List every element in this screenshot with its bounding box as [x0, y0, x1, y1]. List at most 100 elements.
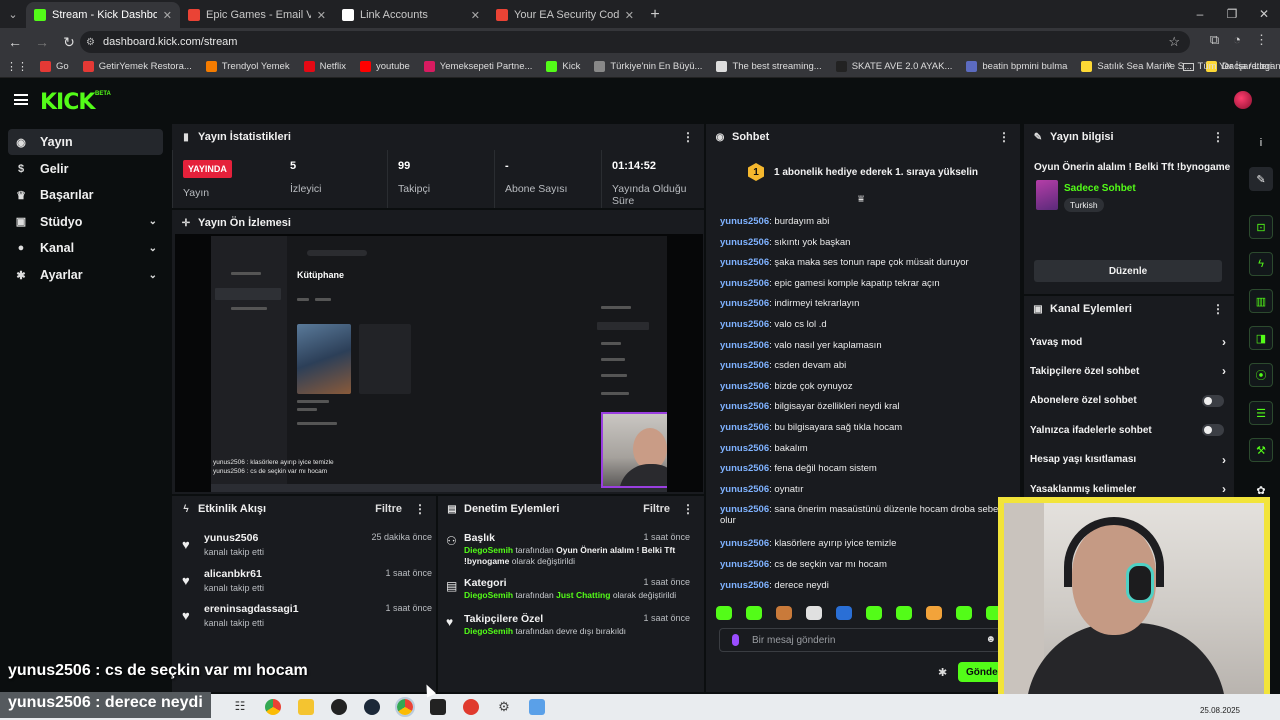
panel-menu-icon[interactable]: ⋮: [682, 502, 694, 516]
sidebar-item-user[interactable]: ● Kanal ⌄: [8, 235, 163, 261]
panel-menu-icon[interactable]: ⋮: [1212, 302, 1224, 316]
avatar[interactable]: [1234, 91, 1252, 109]
stack-icon[interactable]: ☰: [1249, 401, 1273, 425]
kick-logo[interactable]: KICK: [40, 90, 95, 115]
chrome-icon[interactable]: [265, 699, 281, 715]
settings-app-icon[interactable]: ⚙: [496, 699, 512, 715]
bookmark-item[interactable]: Netflix: [303, 61, 346, 72]
scroll-to-top-icon[interactable]: ⩸: [858, 194, 864, 205]
chat-username[interactable]: yunus2506: [720, 443, 769, 454]
bookmark-item[interactable]: Yemeksepeti Partne...: [423, 61, 532, 72]
chat-username[interactable]: yunus2506: [720, 216, 769, 227]
browser-tab[interactable]: Your EA Security Code is: 44519 ✕: [488, 2, 642, 28]
file-explorer-icon[interactable]: [298, 699, 314, 715]
chat-username[interactable]: yunus2506: [720, 422, 769, 433]
chat-username[interactable]: yunus2506: [720, 559, 769, 570]
panel-menu-icon[interactable]: ⋮: [1212, 130, 1224, 144]
bookmark-item[interactable]: Kick: [546, 61, 580, 72]
new-tab-button[interactable]: +: [642, 2, 668, 28]
pencil-icon[interactable]: ✎: [1249, 167, 1273, 191]
chat-username[interactable]: yunus2506: [720, 504, 769, 515]
category-link[interactable]: Sadece Sohbet: [1064, 183, 1136, 194]
sidebar-item-gear[interactable]: ✱ Ayarlar ⌄: [8, 262, 163, 288]
sidebar-item-studio[interactable]: ▣ Stüdyo ⌄: [8, 209, 163, 235]
obs-icon[interactable]: [331, 699, 347, 715]
activity-filter-button[interactable]: Filtre: [375, 503, 402, 515]
chat-username[interactable]: yunus2506: [720, 298, 769, 309]
bookmark-item[interactable]: GetirYemek Restora...: [82, 61, 192, 72]
edit-stream-button[interactable]: Düzenle: [1034, 260, 1222, 282]
channel-action-toggle[interactable]: Abonelere özel sohbet: [1030, 390, 1226, 412]
chat-username[interactable]: yunus2506: [720, 360, 769, 371]
broadcast-wave-icon[interactable]: ⦿: [1249, 363, 1273, 387]
emote-icon[interactable]: [866, 606, 882, 620]
bookmark-item[interactable]: youtube: [359, 61, 410, 72]
bookmark-item[interactable]: beatin bpmini bulma: [966, 61, 1067, 72]
forward-arrow-icon[interactable]: →: [30, 30, 54, 54]
chat-settings-icon[interactable]: ✱: [938, 666, 947, 679]
hamburger-menu-icon[interactable]: [14, 94, 28, 105]
close-window-icon[interactable]: ✕: [1248, 0, 1280, 28]
bookmark-star-icon[interactable]: ☆: [1168, 34, 1180, 50]
moderator-name[interactable]: DiegoSemih: [464, 590, 513, 600]
panel-menu-icon[interactable]: ⋮: [998, 130, 1010, 144]
chrome-active-icon[interactable]: [395, 697, 415, 717]
moderation-filter-button[interactable]: Filtre: [643, 503, 670, 515]
chat-username[interactable]: yunus2506: [720, 340, 769, 351]
steam-icon[interactable]: [364, 699, 380, 715]
mic-icon[interactable]: [732, 634, 739, 646]
emoji-icon[interactable]: ☻: [985, 634, 996, 645]
tab-close-icon[interactable]: ✕: [471, 9, 480, 22]
moderator-name[interactable]: DiegoSemih: [464, 626, 513, 636]
channel-action-link[interactable]: Yavaş mod ›: [1030, 331, 1226, 353]
browser-tab[interactable]: Link Accounts ✕: [334, 2, 488, 28]
chat-username[interactable]: yunus2506: [720, 463, 769, 474]
emote-icon[interactable]: [716, 606, 732, 620]
emote-icon[interactable]: [746, 606, 762, 620]
minimize-icon[interactable]: –: [1184, 0, 1216, 28]
channel-action-link[interactable]: Hesap yaşı kısıtlaması ›: [1030, 449, 1226, 471]
chevron-down-icon[interactable]: ⌄: [149, 216, 157, 227]
toggle-switch[interactable]: [1202, 424, 1224, 437]
bookmark-item[interactable]: SKATE AVE 2.0 AYAK...: [835, 61, 952, 72]
sidebar-item-dollar[interactable]: $ Gelir: [8, 156, 163, 182]
lightning-icon[interactable]: ϟ: [1249, 252, 1273, 276]
browser-tab[interactable]: Stream - Kick Dashboard ✕: [26, 2, 180, 28]
chat-username[interactable]: yunus2506: [720, 401, 769, 412]
profile-icon[interactable]: ◔: [1233, 32, 1241, 48]
bookmarks-overflow-icon[interactable]: »: [1166, 59, 1172, 71]
info-icon[interactable]: i: [1249, 131, 1273, 155]
chevron-down-icon[interactable]: ⌄: [149, 270, 157, 281]
chat-bubble-icon[interactable]: ◨: [1249, 326, 1273, 350]
chat-username[interactable]: yunus2506: [720, 484, 769, 495]
chat-input[interactable]: Bir mesaj gönderin ☻: [719, 628, 1001, 652]
chat-username[interactable]: yunus2506: [720, 278, 769, 289]
address-bar[interactable]: ⚙ dashboard.kick.com/stream ☆: [80, 31, 1190, 53]
activity-username[interactable]: alicanbkr61: [204, 568, 262, 580]
bookmark-item[interactable]: Go: [40, 61, 69, 72]
bookmark-item[interactable]: The best streaming...: [716, 61, 822, 72]
chat-username[interactable]: yunus2506: [720, 237, 769, 248]
site-info-icon[interactable]: ⚙: [86, 37, 95, 48]
chat-username[interactable]: yunus2506: [720, 319, 769, 330]
app-icon[interactable]: [529, 699, 545, 715]
target-icon[interactable]: ⊡: [1249, 215, 1273, 239]
apps-grid-icon[interactable]: ⋮⋮: [6, 60, 28, 73]
hammer-icon[interactable]: ⚒: [1249, 438, 1273, 462]
channel-action-toggle[interactable]: Yalnızca ifadelerle sohbet: [1030, 419, 1226, 441]
bookmark-item[interactable]: Satılık Sea Marine S...: [1081, 61, 1192, 72]
toggle-switch[interactable]: [1202, 394, 1224, 407]
emote-icon[interactable]: [776, 606, 792, 620]
tab-close-icon[interactable]: ✕: [163, 9, 172, 22]
browser-tab[interactable]: Epic Games - Email Verification ✕: [180, 2, 334, 28]
panel-menu-icon[interactable]: ⋮: [414, 502, 426, 516]
tab-close-icon[interactable]: ✕: [625, 9, 634, 22]
chat-username[interactable]: yunus2506: [720, 257, 769, 268]
reload-icon[interactable]: ↻: [57, 30, 81, 54]
bookmark-item[interactable]: Trendyol Yemek: [205, 61, 290, 72]
emote-icon[interactable]: [926, 606, 942, 620]
epic-games-icon[interactable]: [430, 699, 446, 715]
activity-username[interactable]: ereninsagdassagi1: [204, 603, 299, 615]
sidebar-item-trophy[interactable]: ♛ Başarılar: [8, 182, 163, 208]
back-arrow-icon[interactable]: ←: [3, 30, 27, 54]
